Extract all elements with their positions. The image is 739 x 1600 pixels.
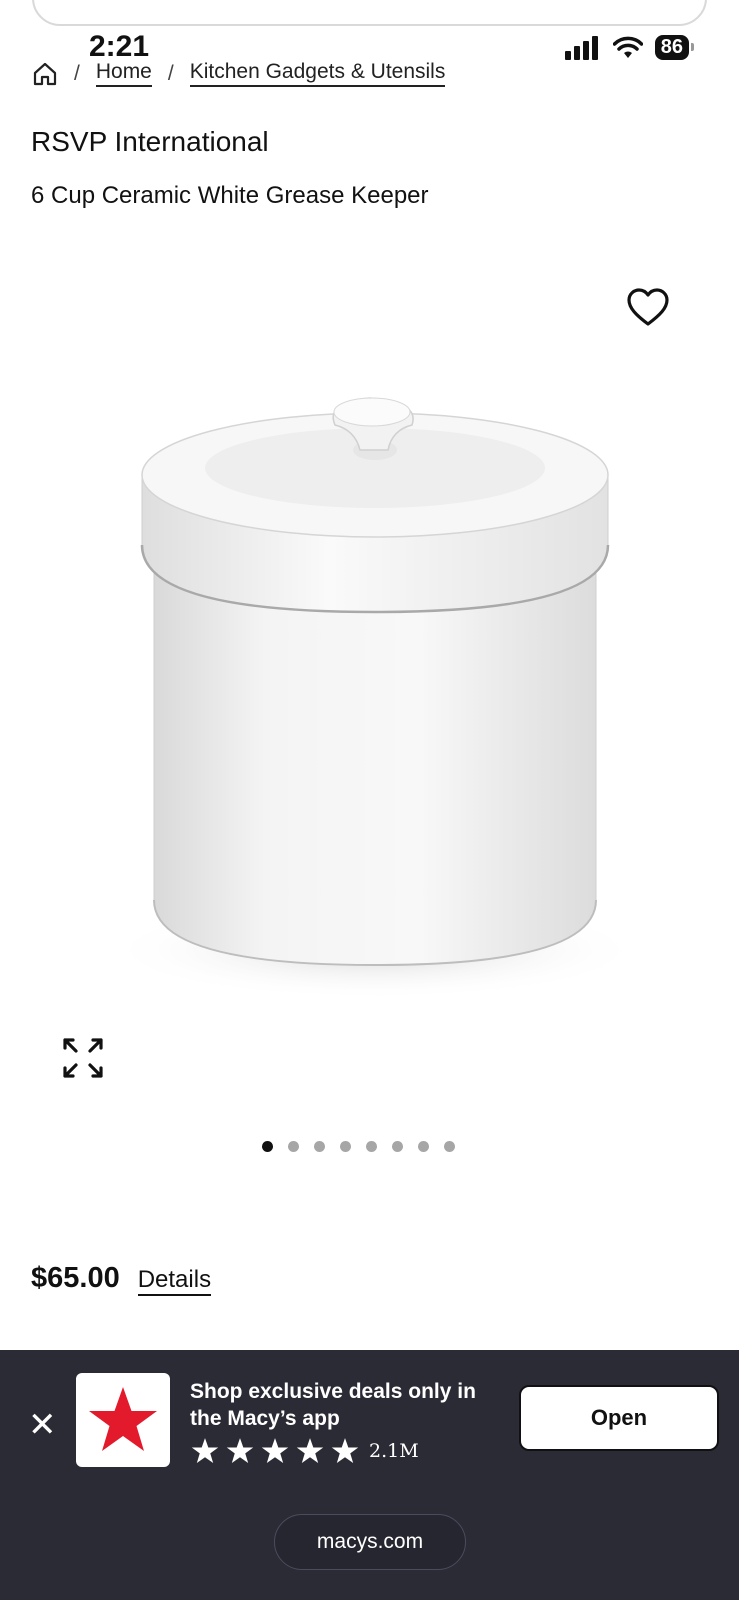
product-price: $65.00 [31,1262,120,1294]
carousel-dot[interactable] [262,1141,273,1152]
carousel-dot[interactable] [314,1141,325,1152]
app-icon [76,1373,170,1467]
product-brand[interactable]: RSVP International [31,126,269,158]
status-icons: 86 [564,35,695,60]
price-row: $65.00 Details [31,1262,212,1296]
open-app-button[interactable]: Open [519,1385,719,1451]
status-time: 2:21 [89,30,150,63]
breadcrumb-separator: / [74,61,80,85]
app-rating: 2.1M [190,1437,419,1465]
star-icon [191,1438,219,1464]
star-icon [226,1438,254,1464]
carousel-dot[interactable] [444,1141,455,1152]
site-url[interactable]: macys.com [274,1514,466,1570]
search-bar[interactable] [32,0,707,26]
close-icon[interactable]: ✕ [28,1408,57,1442]
star-icon [331,1438,359,1464]
wifi-icon [612,36,643,58]
star-icon [261,1438,289,1464]
home-icon[interactable] [32,61,58,87]
app-promo-text: Shop exclusive deals only in the Macy’s … [190,1380,476,1430]
carousel-dot[interactable] [392,1141,403,1152]
product-title: 6 Cup Ceramic White Grease Keeper [31,182,429,209]
carousel-dot[interactable] [288,1141,299,1152]
breadcrumb-category-link[interactable]: Kitchen Gadgets & Utensils [189,60,446,87]
breadcrumb: / Home / Kitchen Gadgets & Utensils [32,60,446,87]
breadcrumb-home-link[interactable]: Home [95,60,152,87]
details-link[interactable]: Details [137,1266,212,1296]
signal-icon [564,35,598,60]
breadcrumb-separator: / [167,61,174,85]
app-download-banner: ✕ Shop exclusive deals only in the Macy’… [0,1350,739,1600]
macys-star-logo [89,1387,157,1451]
rating-count: 2.1M [369,1440,419,1462]
battery-indicator: 86 [654,35,695,60]
product-image[interactable] [120,380,640,1000]
expand-icon[interactable] [62,1037,104,1079]
heart-icon[interactable] [626,287,670,327]
image-carousel-dots [262,1141,455,1152]
carousel-dot[interactable] [366,1141,377,1152]
star-icon [296,1438,324,1464]
carousel-dot[interactable] [340,1141,351,1152]
carousel-dot[interactable] [418,1141,429,1152]
